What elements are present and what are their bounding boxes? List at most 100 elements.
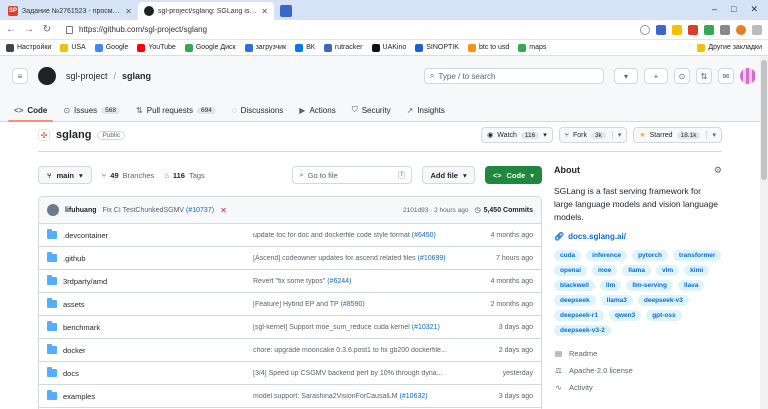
topic-tag[interactable]: moe xyxy=(591,265,618,276)
topic-tag[interactable]: vlm xyxy=(655,265,680,276)
ci-failure-icon[interactable]: ✕ xyxy=(220,206,227,215)
search-input[interactable]: ⌕ Type / to search xyxy=(424,68,604,84)
tab-issues[interactable]: ⊙ Issues 568 xyxy=(61,106,122,122)
topic-tag[interactable]: llama3 xyxy=(600,295,633,306)
file-commit-message[interactable]: [sgl-kernel] Support moe_sum_reduce cuda… xyxy=(253,324,463,331)
activity-link[interactable]: ∿ Activity xyxy=(554,379,722,396)
topic-tag[interactable]: blackwell xyxy=(554,280,595,291)
topic-tag[interactable]: llm xyxy=(599,280,622,291)
browser-tab-0[interactable]: SP Задание №2761523 - просмотр з ✕ xyxy=(2,2,138,20)
table-row[interactable]: .devcontainer update toc for doc and dock… xyxy=(39,224,541,247)
topic-tag[interactable]: deepseek-v3-2 xyxy=(554,325,611,336)
topic-tag[interactable]: llava xyxy=(678,280,705,291)
hamburger-menu-icon[interactable]: ≡ xyxy=(12,68,28,84)
scrollbar-thumb[interactable] xyxy=(761,60,767,180)
file-commit-message[interactable]: [Ascend] codeowner updates for ascend re… xyxy=(253,255,463,262)
topic-tag[interactable]: llm-serving xyxy=(626,280,673,291)
topic-tag[interactable]: kimi xyxy=(684,265,710,276)
close-icon[interactable]: ✕ xyxy=(261,7,268,16)
scrollbar[interactable] xyxy=(760,56,768,409)
table-row[interactable]: docker chore: upgrade mooncake 0.3.6.post… xyxy=(39,339,541,362)
command-palette-icon[interactable]: ▾ xyxy=(614,68,638,84)
chevron-down-icon[interactable]: ▾ xyxy=(706,131,716,139)
bookmark-item[interactable]: ВК xyxy=(295,43,315,52)
table-row[interactable]: benchmark [sgl-kernel] Support moe_sum_re… xyxy=(39,316,541,339)
repo-name[interactable]: sglang xyxy=(56,129,91,141)
extension-icon[interactable] xyxy=(704,24,714,35)
add-file-button[interactable]: Add file ▾ xyxy=(422,166,475,184)
file-name[interactable]: 3rdparty/amd xyxy=(63,277,253,286)
other-bookmarks[interactable]: Другие закладки xyxy=(697,43,762,52)
topic-tag[interactable]: deepseek-r1 xyxy=(554,310,604,321)
table-row[interactable]: examples model support: Sarashina2VisionF… xyxy=(39,385,541,408)
table-row[interactable]: 3rdparty/amd Revert "fix some typos" (#62… xyxy=(39,270,541,293)
tab-security[interactable]: ⛉ Security xyxy=(350,105,393,122)
reload-icon[interactable]: ↻ xyxy=(42,24,52,35)
commit-author[interactable]: lifuhuang xyxy=(65,207,97,214)
close-window-icon[interactable]: ✕ xyxy=(750,4,758,15)
org-link[interactable]: sgl-project xyxy=(66,71,108,81)
topic-tag[interactable]: transformer xyxy=(672,250,722,261)
table-row[interactable]: assets [Feature] Hybrid EP and TP (#8590)… xyxy=(39,293,541,316)
bookmark-item[interactable]: YouTube xyxy=(137,43,176,52)
topic-tag[interactable]: deepseek-v3 xyxy=(637,295,689,306)
readme-link[interactable]: ▤ Readme xyxy=(554,345,722,362)
license-link[interactable]: ⚖ Apache-2.0 license xyxy=(554,362,722,379)
github-logo-icon[interactable] xyxy=(38,67,56,85)
code-button[interactable]: <> Code ▾ xyxy=(484,166,542,184)
gear-icon[interactable]: ⚙ xyxy=(714,165,722,176)
commit-message[interactable]: Fix CI TestChunkedSGMV (#10737) xyxy=(103,207,215,214)
url-field[interactable]: https://github.com/sgl-project/sglang xyxy=(60,22,213,38)
bookmark-item[interactable]: rutracker xyxy=(323,43,363,52)
watch-button[interactable]: ◉ Watch 116 ▾ xyxy=(481,127,553,143)
file-name[interactable]: .github xyxy=(63,254,253,263)
tab-actions[interactable]: ▶ Actions xyxy=(297,106,337,122)
tab-code[interactable]: <> Code xyxy=(7,106,54,122)
close-icon[interactable]: ✕ xyxy=(125,7,132,16)
topic-tag[interactable]: gpt-oss xyxy=(646,310,682,321)
file-commit-message[interactable]: Revert "fix some typos" (#6244) xyxy=(253,278,463,285)
create-new-icon[interactable]: + xyxy=(644,68,668,84)
commits-link[interactable]: ◷ 5,450 Commits xyxy=(474,206,533,215)
repo-link[interactable]: sglang xyxy=(122,71,151,81)
extension-icon[interactable] xyxy=(656,24,666,35)
bookmark-item[interactable]: SINOPTIK xyxy=(415,43,459,52)
file-commit-message[interactable]: update toc for doc and dockerfile code s… xyxy=(253,232,463,239)
avatar[interactable] xyxy=(47,204,59,216)
starred-button[interactable]: ★ Starred 18.1k ▾ xyxy=(633,127,722,143)
bookmark-item[interactable]: Google Диск xyxy=(184,43,236,52)
commit-pr-link[interactable]: (#10737) xyxy=(186,207,214,214)
minimize-icon[interactable]: – xyxy=(712,4,717,15)
file-commit-message[interactable]: [Feature] Hybrid EP and TP (#8590) xyxy=(253,301,463,308)
file-name[interactable]: docs xyxy=(63,369,253,378)
bookmark-item[interactable]: maps xyxy=(518,43,546,52)
back-icon[interactable]: ← xyxy=(6,24,16,35)
file-commit-message[interactable]: model support: Sarashina2VisionForCausal… xyxy=(253,393,463,400)
topic-tag[interactable]: llama xyxy=(622,265,651,276)
topic-tag[interactable]: inference xyxy=(586,250,628,261)
bookmark-item[interactable]: загрузчик xyxy=(244,43,286,52)
chevron-down-icon[interactable]: ▾ xyxy=(611,131,621,139)
extension-icon[interactable] xyxy=(688,24,698,35)
branch-selector[interactable]: ⑂ main ▾ xyxy=(38,166,92,184)
topic-tag[interactable]: openai xyxy=(554,265,587,276)
menu-icon[interactable] xyxy=(752,24,762,35)
bookmark-item[interactable]: btc to usd xyxy=(467,43,509,52)
topic-tag[interactable]: pytorch xyxy=(632,250,668,261)
extension-icon[interactable] xyxy=(736,24,746,35)
commit-hash-time[interactable]: 2101d93 · 2 hours ago xyxy=(403,207,468,214)
maximize-icon[interactable]: □ xyxy=(731,4,736,15)
file-name[interactable]: .devcontainer xyxy=(63,231,253,240)
go-to-file-input[interactable]: ⌕ Go to file t xyxy=(292,166,413,184)
bookmark-item[interactable]: USA xyxy=(60,43,86,52)
table-row[interactable]: docs [3/4] Speed up CSGMV backend perf by… xyxy=(39,362,541,385)
tab-insights[interactable]: ↗ Insights xyxy=(405,106,447,122)
branches-link[interactable]: ⑂ 49 Branches xyxy=(102,171,155,180)
table-row[interactable]: .github [Ascend] codeowner updates for as… xyxy=(39,247,541,270)
pull-requests-icon[interactable]: ⇅ xyxy=(696,68,712,84)
homepage-link[interactable]: 🔗︎ docs.sglang.ai/ xyxy=(554,232,722,241)
tab-discussions[interactable]: ◌ Discussions xyxy=(230,106,285,122)
forward-icon[interactable]: → xyxy=(24,24,34,35)
bookmark-item[interactable]: Google xyxy=(94,43,128,52)
extension-icon[interactable] xyxy=(720,24,730,35)
